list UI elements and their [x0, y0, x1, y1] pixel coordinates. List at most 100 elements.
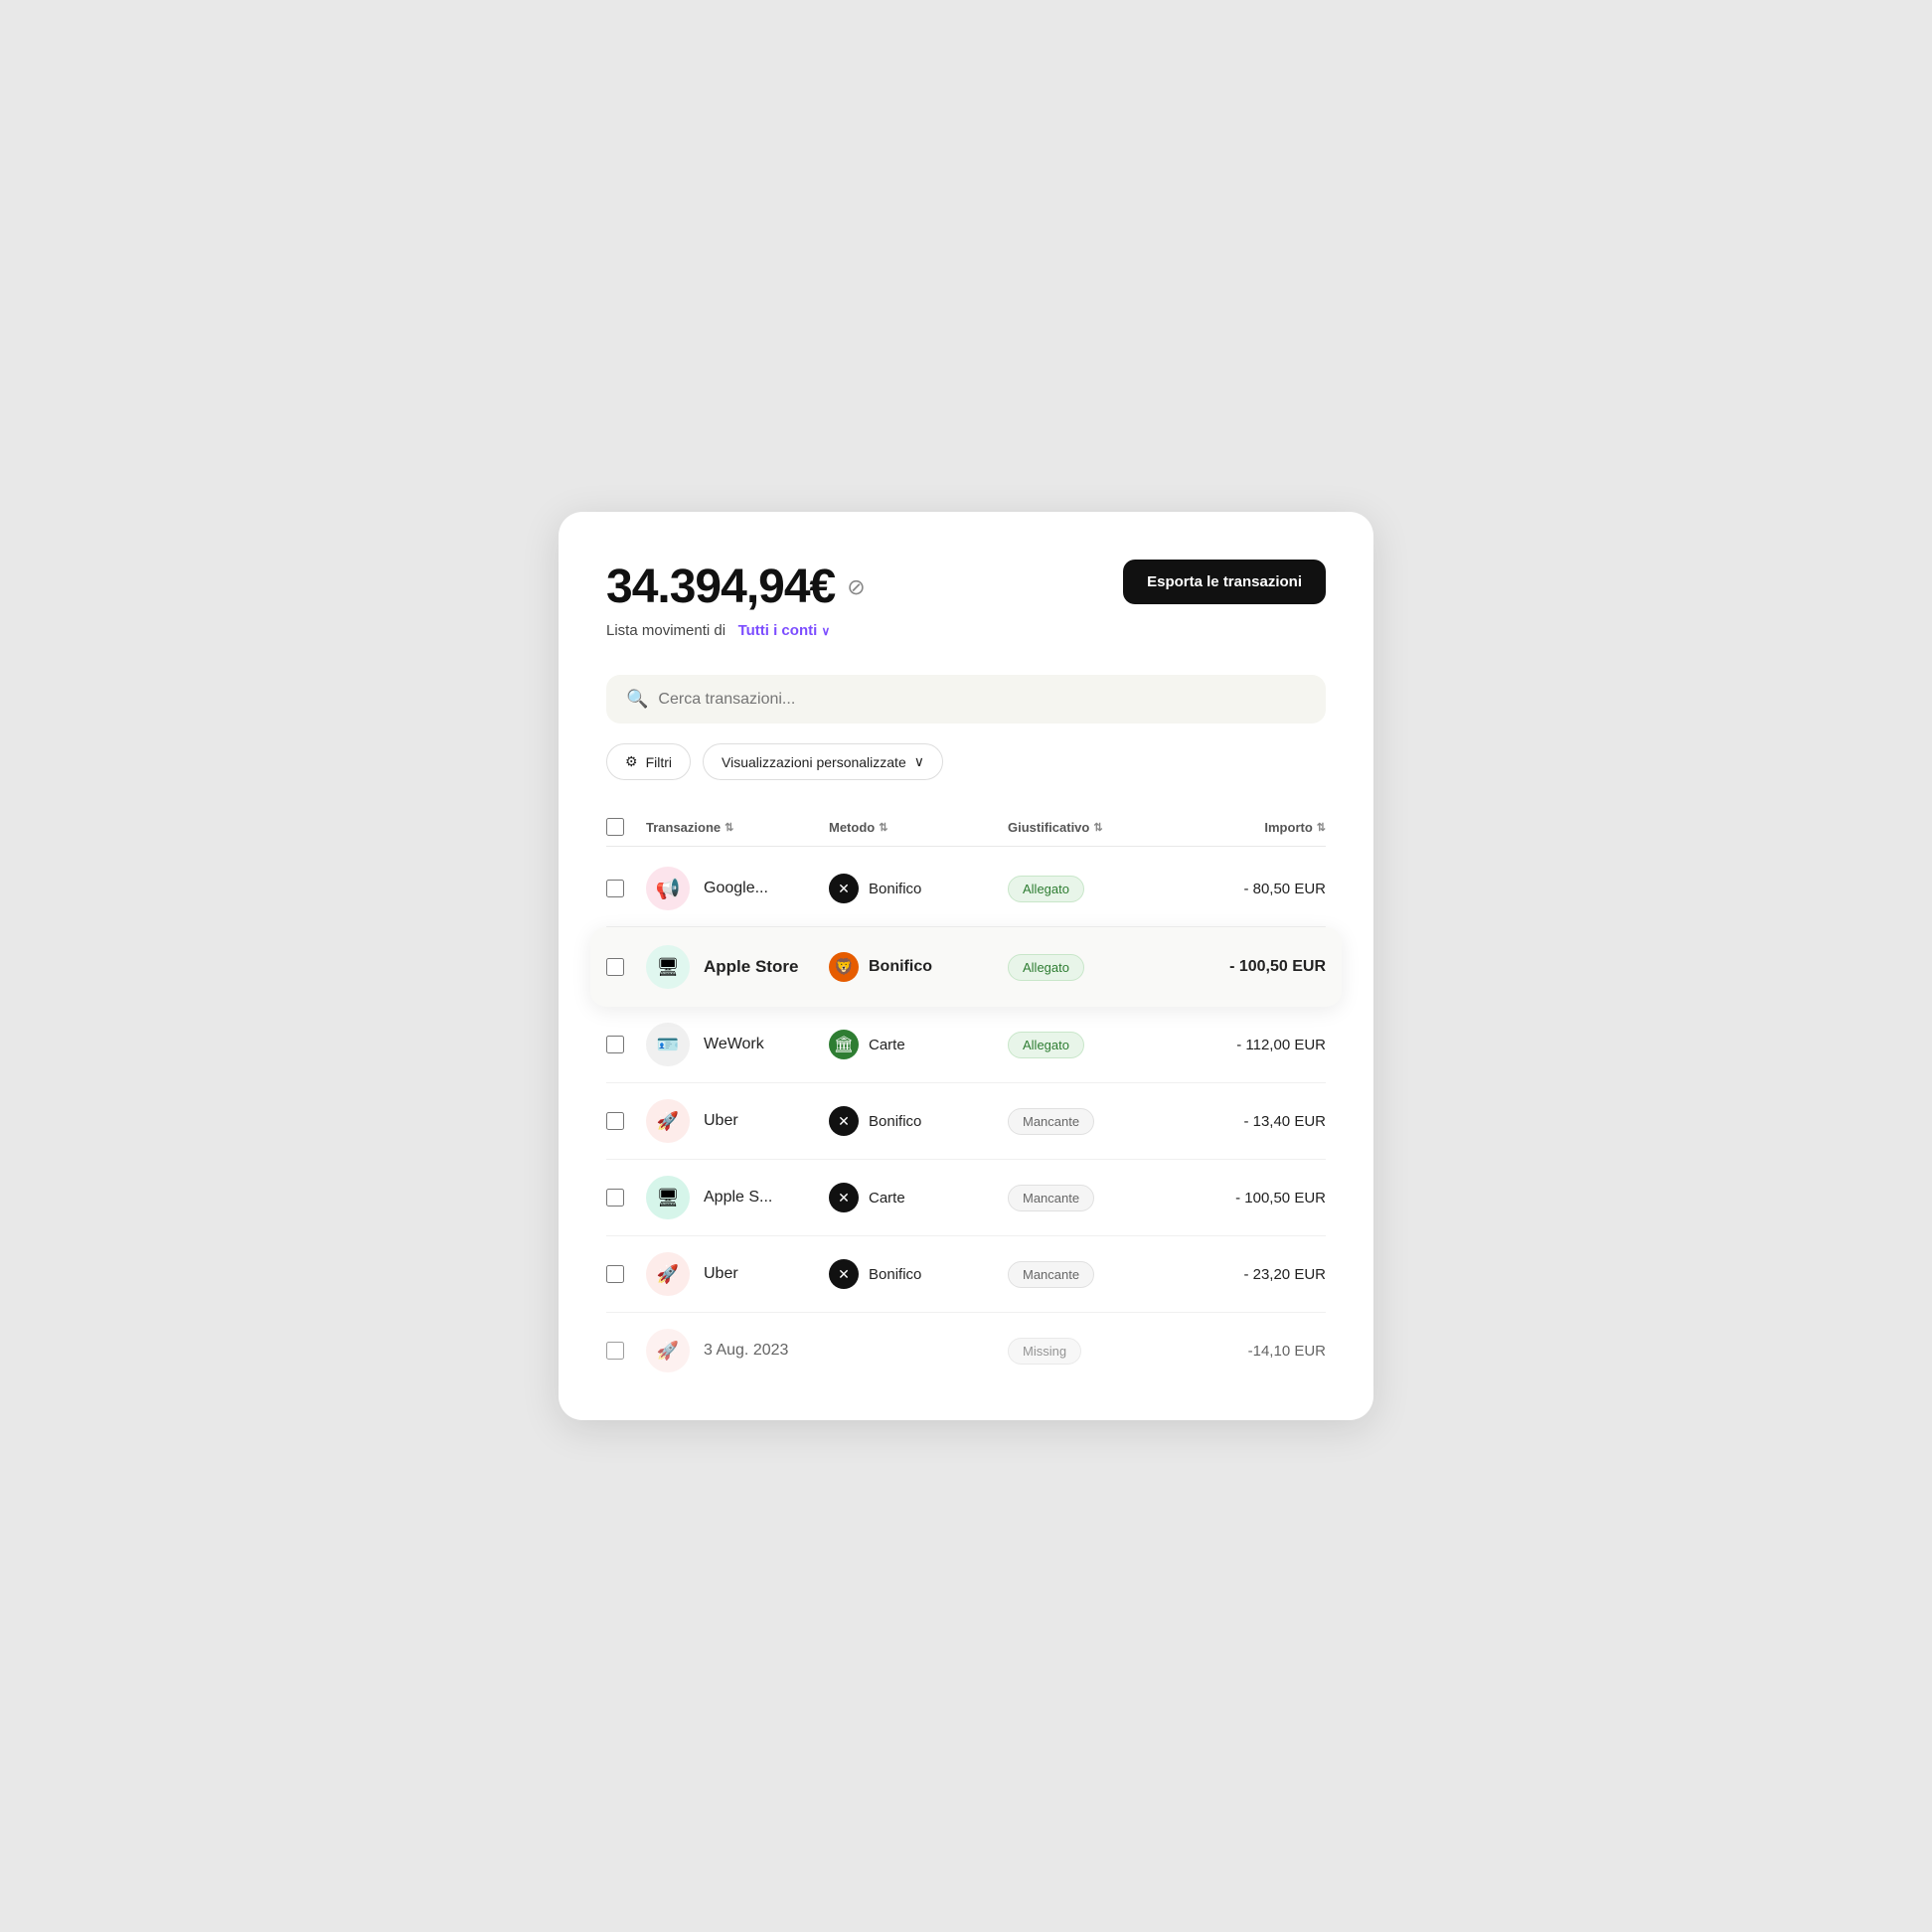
method-name: Bonifico — [869, 1266, 921, 1283]
amount-col: - 100,50 EUR — [1167, 958, 1326, 976]
views-button[interactable]: Visualizzazioni personalizzate ∨ — [703, 743, 943, 780]
method-cell: 🦁 Bonifico — [829, 952, 1008, 982]
checkbox-col — [606, 1342, 646, 1360]
method-cell: ✕ Bonifico — [829, 1106, 1008, 1136]
transaction-name: Apple S... — [704, 1189, 772, 1207]
row-checkbox[interactable] — [606, 880, 624, 897]
checkbox-col — [606, 1112, 646, 1130]
transaction-name: Apple Store — [704, 957, 798, 977]
table-row-partial: 🚀 3 Aug. 2023 Missing -14,10 EUR — [606, 1313, 1326, 1388]
header: 34.394,94€ ⊘ Lista movimenti di Tutti i … — [606, 560, 1326, 639]
table-row: 🖥 Apple S... ✕ Carte Mancante - 100,50 E… — [606, 1160, 1326, 1236]
row-checkbox[interactable] — [606, 1112, 624, 1130]
filters-row: ⚙ Filtri Visualizzazioni personalizzate … — [606, 743, 1326, 780]
sort-giustificativo-icon[interactable]: ⇅ — [1093, 821, 1102, 834]
hide-balance-icon[interactable]: ⊘ — [847, 574, 865, 600]
amount-col: - 23,20 EUR — [1167, 1266, 1326, 1283]
badge-col: Mancante — [1008, 1108, 1167, 1135]
select-all-col — [606, 818, 646, 836]
method-icon: ✕ — [829, 1259, 859, 1289]
export-button[interactable]: Esporta le transazioni — [1123, 560, 1326, 604]
col-importo: Importo ⇅ — [1167, 818, 1326, 836]
checkbox-col — [606, 1189, 646, 1207]
badge-col: Allegato — [1008, 1032, 1167, 1058]
method-icon: 🦁 — [829, 952, 859, 982]
method-icon: ✕ — [829, 874, 859, 903]
filter-button[interactable]: ⚙ Filtri — [606, 743, 691, 780]
checkbox-col — [606, 958, 646, 976]
status-badge: Mancante — [1008, 1108, 1094, 1135]
transaction-icon: 🪪 — [646, 1023, 690, 1066]
subtitle-prefix: Lista movimenti di — [606, 622, 725, 639]
amount-col: - 100,50 EUR — [1167, 1190, 1326, 1207]
chevron-down-icon: ∨ — [821, 624, 830, 638]
transaction-cell: 🚀 Uber — [646, 1252, 829, 1296]
method-name: Carte — [869, 1190, 905, 1207]
transaction-cell: 🖥 Apple S... — [646, 1176, 829, 1219]
transaction-icon: 🖥 — [646, 1176, 690, 1219]
transaction-icon: 📢 — [646, 867, 690, 910]
main-card: 34.394,94€ ⊘ Lista movimenti di Tutti i … — [559, 512, 1373, 1420]
search-input[interactable] — [658, 691, 1306, 709]
amount: - 112,00 EUR — [1236, 1037, 1326, 1053]
amount-col: - 112,00 EUR — [1167, 1037, 1326, 1053]
table-row-highlighted: 🖥 Apple Store 🦁 Bonifico Allegato - 100,… — [590, 927, 1342, 1007]
table-row: 🚀 Uber ✕ Bonifico Mancante - 13,40 EUR — [606, 1083, 1326, 1160]
amount: - 23,20 EUR — [1243, 1266, 1326, 1283]
method-icon: 🏛 — [829, 1030, 859, 1059]
status-badge: Allegato — [1008, 954, 1084, 981]
status-badge: Mancante — [1008, 1261, 1094, 1288]
transaction-icon: 🚀 — [646, 1329, 690, 1372]
row-checkbox[interactable] — [606, 958, 624, 976]
select-all-checkbox[interactable] — [606, 818, 624, 836]
sort-transazione-icon[interactable]: ⇅ — [724, 821, 733, 834]
badge-col: Allegato — [1008, 954, 1167, 981]
search-container: 🔍 — [606, 675, 1326, 724]
badge-col: Mancante — [1008, 1261, 1167, 1288]
transaction-icon: 🚀 — [646, 1252, 690, 1296]
transaction-cell: 📢 Google... — [646, 867, 829, 910]
transaction-name: WeWork — [704, 1036, 764, 1053]
search-icon: 🔍 — [626, 689, 648, 710]
transaction-cell: 🖥 Apple Store — [646, 945, 829, 989]
transaction-name: Uber — [704, 1265, 738, 1283]
checkbox-col — [606, 1265, 646, 1283]
row-checkbox[interactable] — [606, 1036, 624, 1053]
amount: -14,10 EUR — [1248, 1343, 1326, 1360]
transaction-cell: 🚀 Uber — [646, 1099, 829, 1143]
method-name: Carte — [869, 1037, 905, 1053]
filter-icon: ⚙ — [625, 753, 638, 770]
chevron-down-icon: ∨ — [914, 753, 924, 770]
sort-importo-icon[interactable]: ⇅ — [1317, 821, 1326, 834]
table-row: 🪪 WeWork 🏛 Carte Allegato - 112,00 EUR — [606, 1007, 1326, 1083]
amount: - 80,50 EUR — [1243, 881, 1326, 897]
col-metodo: Metodo ⇅ — [829, 818, 1008, 836]
table-row: 📢 Google... ✕ Bonifico Allegato - 80,50 … — [606, 851, 1326, 927]
method-name: Bonifico — [869, 881, 921, 897]
badge-col: Missing — [1008, 1338, 1167, 1365]
balance-row: 34.394,94€ ⊘ — [606, 560, 866, 614]
col-giustificativo: Giustificativo ⇅ — [1008, 818, 1167, 836]
transaction-name: 3 Aug. 2023 — [704, 1342, 788, 1360]
transaction-icon: 🚀 — [646, 1099, 690, 1143]
transaction-icon: 🖥 — [646, 945, 690, 989]
amount-col: - 80,50 EUR — [1167, 881, 1326, 897]
amount: - 13,40 EUR — [1243, 1113, 1326, 1130]
row-checkbox[interactable] — [606, 1342, 624, 1360]
checkbox-col — [606, 1036, 646, 1053]
method-cell: ✕ Carte — [829, 1183, 1008, 1212]
method-icon: ✕ — [829, 1106, 859, 1136]
method-icon: ✕ — [829, 1183, 859, 1212]
accounts-link[interactable]: Tutti i conti ∨ — [733, 622, 830, 639]
row-checkbox[interactable] — [606, 1189, 624, 1207]
transaction-name: Google... — [704, 880, 768, 897]
balance-section: 34.394,94€ ⊘ Lista movimenti di Tutti i … — [606, 560, 866, 639]
method-cell: ✕ Bonifico — [829, 1259, 1008, 1289]
row-checkbox[interactable] — [606, 1265, 624, 1283]
transaction-cell: 🚀 3 Aug. 2023 — [646, 1329, 829, 1372]
amount-col: -14,10 EUR — [1167, 1343, 1326, 1360]
status-badge: Allegato — [1008, 1032, 1084, 1058]
transaction-cell: 🪪 WeWork — [646, 1023, 829, 1066]
sort-metodo-icon[interactable]: ⇅ — [879, 821, 887, 834]
table: Transazione ⇅ Metodo ⇅ Giustificativo ⇅ … — [606, 808, 1326, 1388]
